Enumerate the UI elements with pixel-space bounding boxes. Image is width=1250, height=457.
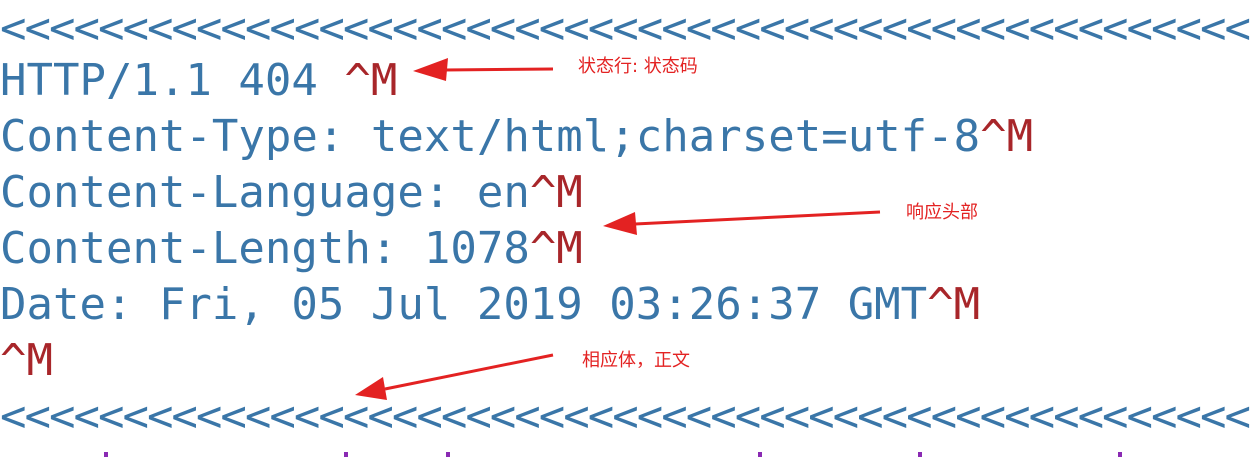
content-type-text: Content-Type: text/html;charset=utf-8: [0, 111, 981, 162]
content-length-text: Content-Length: 1078: [0, 223, 530, 274]
arrow-headers-line: [633, 210, 881, 226]
annotation-response-headers: 响应头部: [906, 202, 978, 223]
text-fragment: [1118, 452, 1122, 457]
carriage-return-marker: ^M: [0, 335, 53, 386]
arrow-status-line: [443, 67, 554, 72]
annotation-response-body: 相应体，正文: [582, 350, 690, 371]
carriage-return-marker: ^M: [927, 279, 981, 330]
text-fragment: [104, 452, 108, 457]
content-language-text: Content-Language: en: [0, 167, 530, 218]
carriage-return-marker: ^M: [529, 223, 583, 274]
text-fragment: [344, 452, 348, 457]
text-fragment: [758, 452, 762, 457]
next-line-fragment: [0, 446, 1250, 457]
status-line-text: HTTP/1.1 404: [0, 55, 345, 106]
carriage-return-marker: ^M: [344, 55, 398, 106]
header-date: Date: Fri, 05 Jul 2019 03:26:37 GMT^M: [0, 279, 980, 331]
separator-top: <<<<<<<<<<<<<<<<<<<<<<<<<<<<<<<<<<<<<<<<…: [0, 3, 1250, 54]
blank-line: ^M: [0, 335, 53, 387]
separator-bottom: <<<<<<<<<<<<<<<<<<<<<<<<<<<<<<<<<<<<<<<<…: [0, 391, 1250, 442]
text-fragment: [446, 452, 450, 457]
arrow-headers-head: [603, 212, 637, 235]
arrow-status-head: [413, 58, 448, 81]
header-content-length: Content-Length: 1078^M: [0, 223, 583, 275]
annotation-status-line: 状态行: 状态码: [578, 56, 698, 77]
date-text: Date: Fri, 05 Jul 2019 03:26:37 GMT: [0, 279, 928, 330]
text-fragment: [918, 452, 922, 457]
carriage-return-marker: ^M: [529, 167, 583, 218]
arrow-body-line: [384, 353, 554, 391]
status-line: HTTP/1.1 404 ^M: [0, 55, 397, 107]
header-content-type: Content-Type: text/html;charset=utf-8^M: [0, 111, 1033, 163]
header-content-language: Content-Language: en^M: [0, 167, 583, 219]
terminal-view: <<<<<<<<<<<<<<<<<<<<<<<<<<<<<<<<<<<<<<<<…: [0, 0, 1250, 457]
carriage-return-marker: ^M: [980, 111, 1034, 162]
